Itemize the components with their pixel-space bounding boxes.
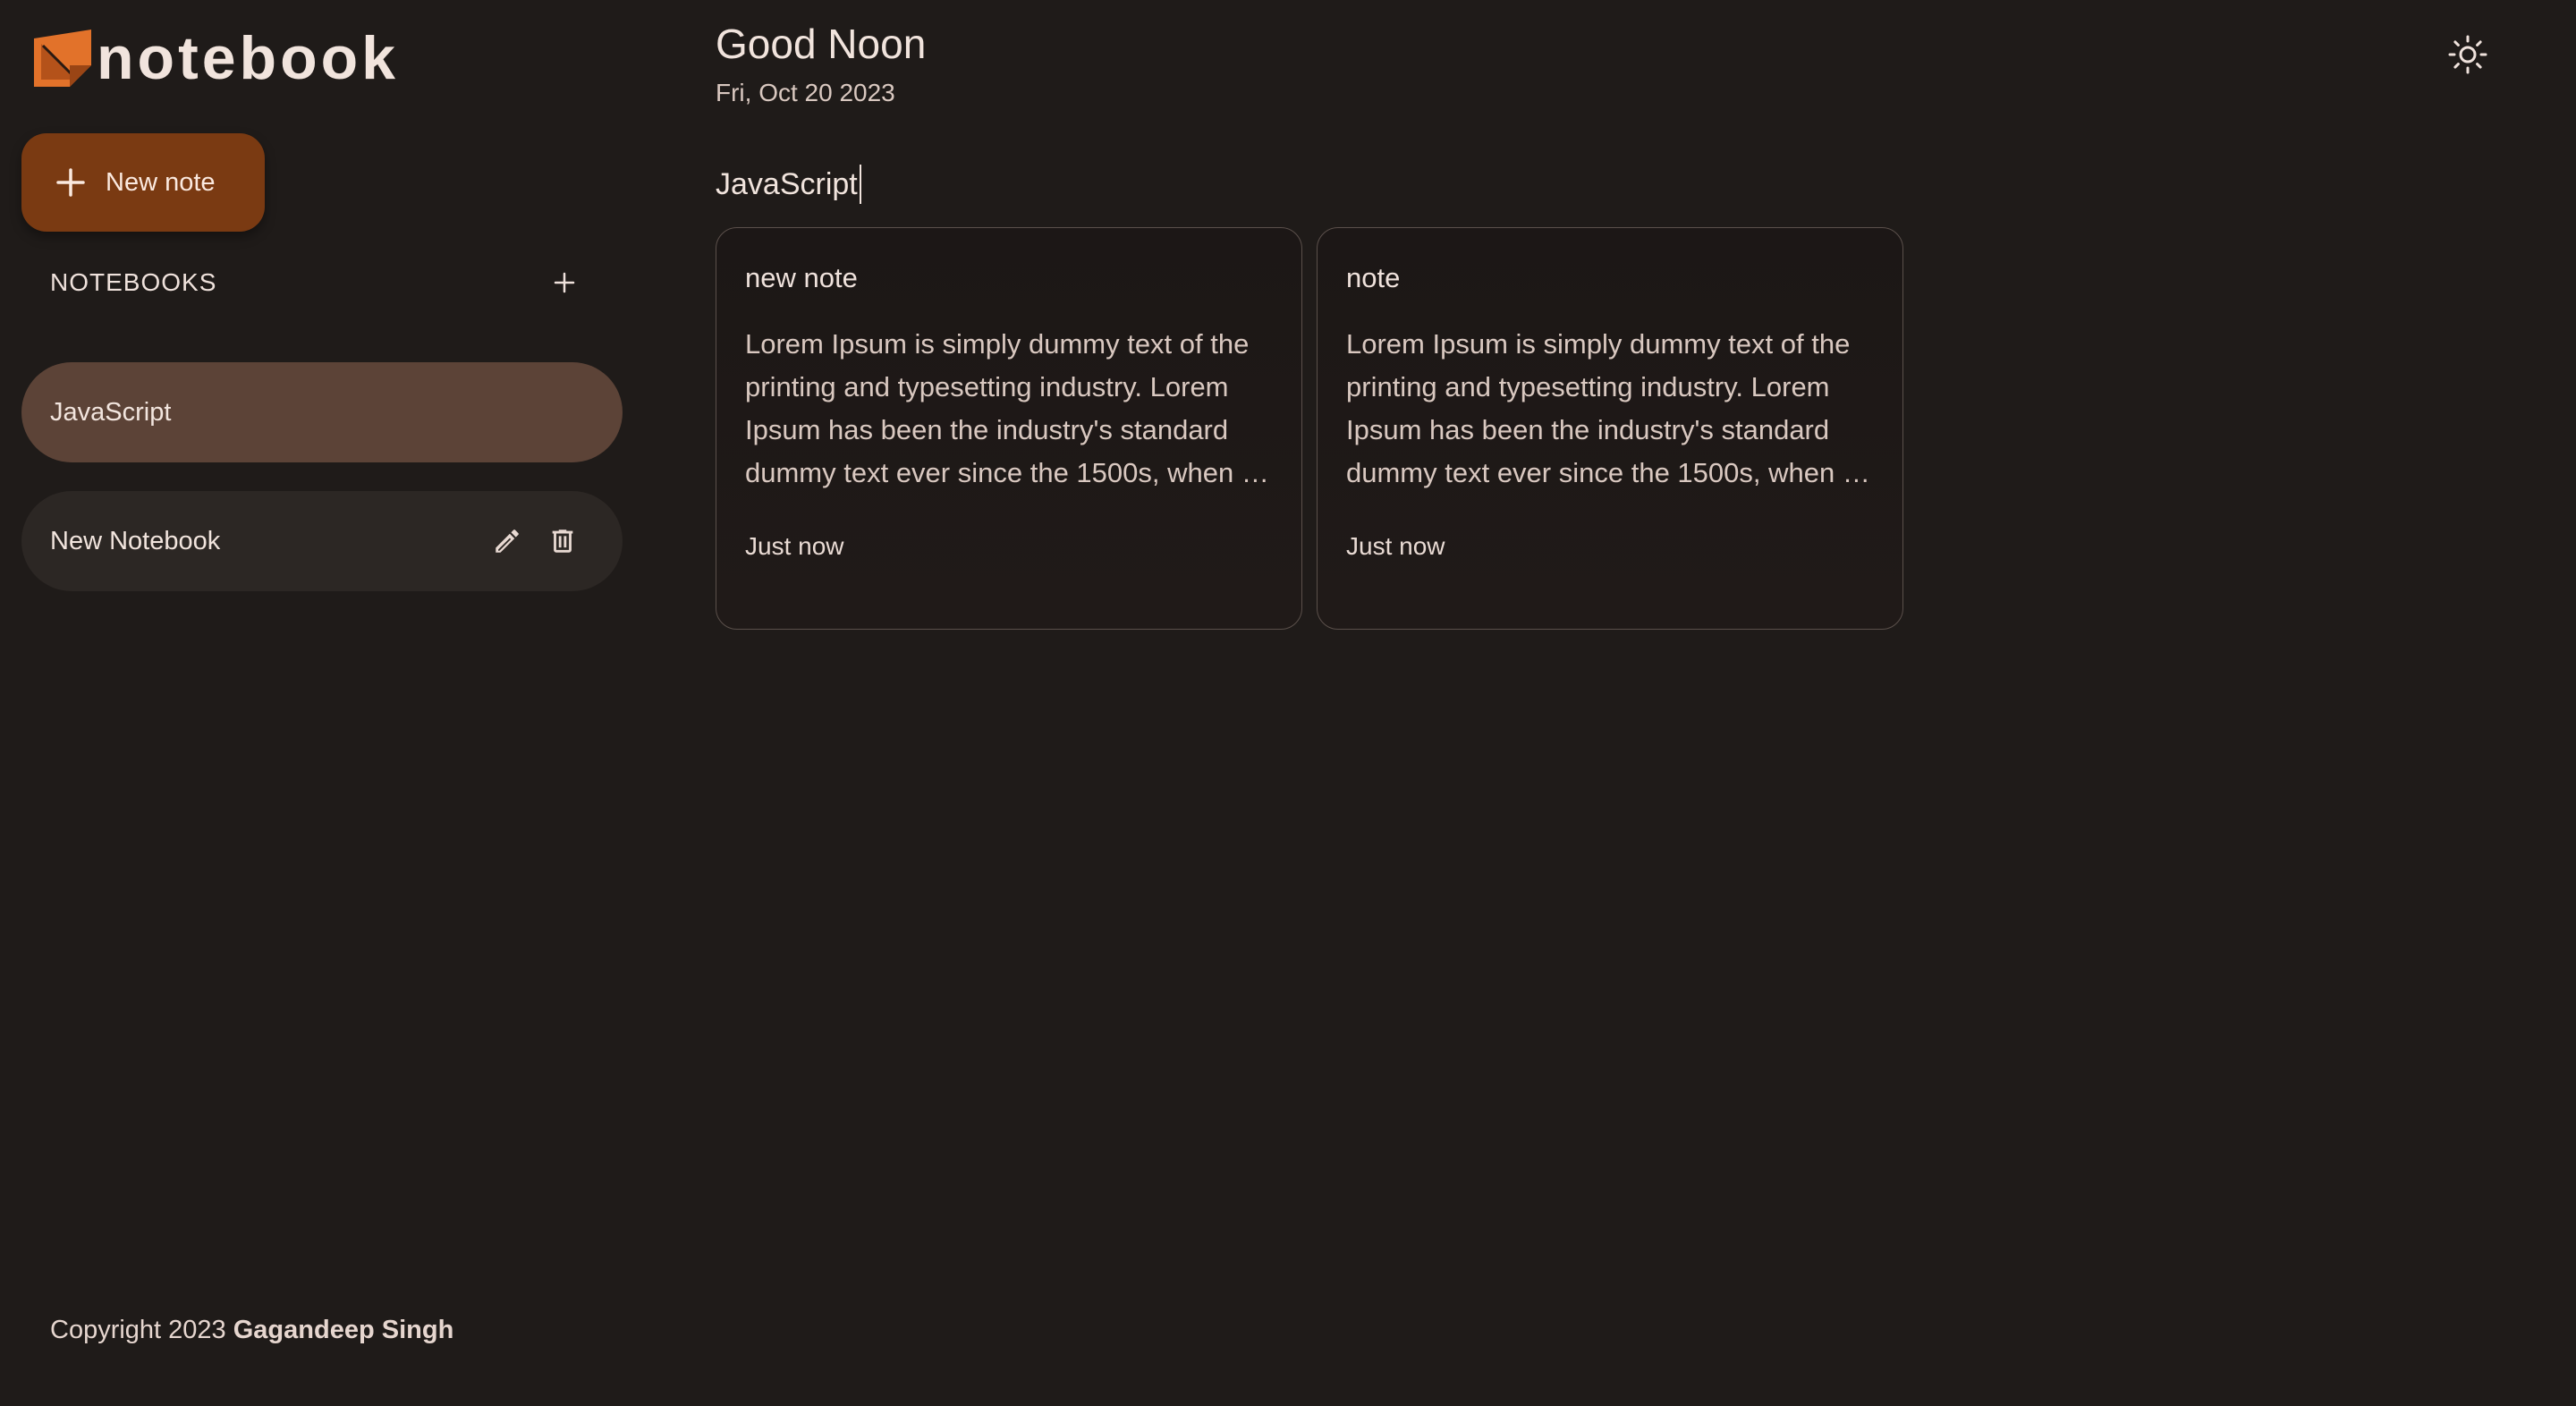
logo-text: notebook — [97, 24, 399, 92]
note-title: new note — [745, 262, 858, 293]
copyright-author[interactable]: Gagandeep Singh — [233, 1316, 454, 1344]
new-note-button[interactable]: New note — [21, 133, 265, 232]
note-card[interactable]: note Lorem Ipsum is simply dummy text of… — [1317, 227, 1903, 630]
notebook-title-field[interactable]: JavaScript — [716, 165, 861, 204]
current-date: Fri, Oct 20 2023 — [716, 79, 895, 106]
note-title: note — [1346, 262, 1401, 293]
copyright: Copyright 2023 Gagandeep Singh — [50, 1316, 453, 1345]
app-root: notebook New note NOTEBOOKS JavaScript N… — [0, 0, 2576, 1406]
sidebar-item-javascript[interactable]: JavaScript — [21, 362, 623, 462]
notebook-actions — [492, 526, 578, 556]
add-notebook-icon[interactable] — [551, 269, 578, 296]
note-timestamp: Just now — [745, 532, 844, 560]
notebooks-title: NOTEBOOKS — [50, 268, 217, 296]
greeting: Good Noon — [716, 21, 927, 67]
copyright-prefix: Copyright 2023 — [50, 1316, 226, 1344]
sidebar-item-new-notebook[interactable]: New Notebook — [21, 491, 623, 591]
note-timestamp: Just now — [1346, 532, 1445, 560]
notebook-label: JavaScript — [50, 397, 172, 427]
notebook-logo-icon — [34, 30, 91, 87]
note-body: Lorem Ipsum is simply dummy text of the … — [745, 328, 1273, 488]
note-card[interactable]: new note Lorem Ipsum is simply dummy tex… — [716, 227, 1302, 630]
new-note-label: New note — [106, 167, 216, 197]
sidebar: notebook New note NOTEBOOKS JavaScript N… — [0, 0, 644, 1406]
note-body: Lorem Ipsum is simply dummy text of the … — [1346, 328, 1874, 488]
pencil-icon[interactable] — [492, 526, 522, 556]
main-content: Good Noon Fri, Oct 20 2023 JavaScript ne… — [716, 0, 2576, 1406]
notebook-label: New Notebook — [50, 526, 221, 555]
notebooks-header: NOTEBOOKS — [50, 265, 578, 301]
sun-icon[interactable] — [2447, 34, 2488, 75]
plus-icon — [56, 168, 85, 197]
logo[interactable]: notebook — [34, 27, 399, 89]
trash-icon[interactable] — [547, 526, 578, 556]
